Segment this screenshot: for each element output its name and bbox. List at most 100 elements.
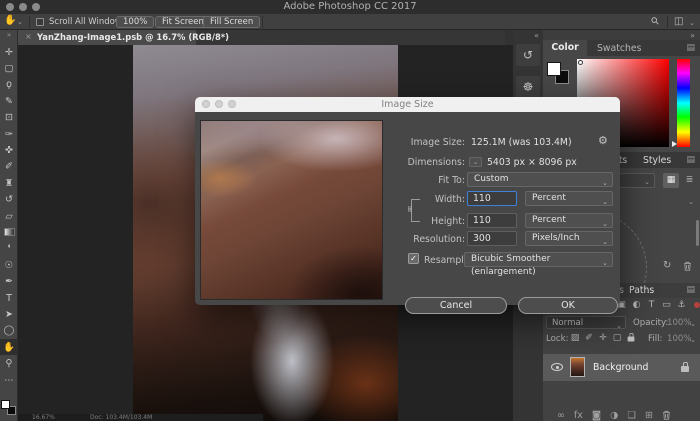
lasso-tool[interactable]: ϙ [0,77,18,93]
resample-checkbox[interactable]: ✓ [408,253,419,264]
adjustment-layer-icon[interactable]: ◑ [610,410,618,421]
lock-all-icon[interactable] [624,331,638,347]
chevron-down-icon[interactable]: ⌄ [690,336,696,344]
layer-group-icon[interactable]: ❏ [627,410,636,421]
chevron-down-icon[interactable]: ⌄ [690,320,696,328]
cancel-button[interactable]: Cancel [405,297,507,314]
opacity-label: Opacity: [633,318,668,328]
workspace-chevron-icon[interactable]: ⌄ [689,19,695,27]
document-tabstrip: × YanZhang-Image1.psb @ 16.7% (RGB/8*) [18,30,505,45]
layer-mask-icon[interactable]: ◙ [592,410,601,421]
foreground-color-swatch[interactable] [1,400,10,409]
marquee-tool[interactable]: ▢ [0,60,18,76]
clone-stamp-tool[interactable]: ♜ [0,175,18,191]
layer-filter-toggle[interactable] [689,299,700,313]
panel-scrollbar[interactable] [696,220,699,246]
zoom-100-button[interactable]: 100% [116,16,154,28]
ellipse-tool[interactable]: ◯ [0,323,18,339]
zoom-tool[interactable]: ⚲ [0,355,18,371]
delete-layer-icon[interactable] [662,410,671,421]
dialog-titlebar[interactable]: Image Size [195,97,620,112]
eyedropper-tool[interactable]: ✑ [0,126,18,142]
filter-adjustment-layers-icon[interactable]: ◐ [629,299,644,313]
filter-type-layers-icon[interactable]: T [644,299,659,313]
resolution-unit-dropdown[interactable]: Pixels/Inch⌄ [525,231,613,246]
brush-tool[interactable]: ✐ [0,159,18,175]
layer-row-background[interactable]: Background [543,354,700,381]
crop-tool[interactable]: ⊡ [0,110,18,126]
lock-paint-icon[interactable]: ✐ [582,331,596,347]
panel-menu-icon[interactable]: ▤ [686,43,695,53]
tab-paths[interactable]: Paths [629,285,654,296]
panel-foreground-swatch[interactable] [547,62,561,76]
hue-slider-marker[interactable] [672,141,677,147]
edit-toolbar-icon[interactable]: ⋯ [0,372,18,388]
link-layers-icon[interactable]: ∞ [557,410,565,421]
dodge-tool[interactable]: ☉ [0,257,18,273]
color-picker-marker[interactable] [578,60,583,65]
path-selection-tool[interactable]: ➤ [0,306,18,322]
dimensions-unit-dropdown[interactable]: ⌄ [469,157,482,167]
chevron-down-icon[interactable]: ⌄ [688,198,694,206]
layer-thumbnail[interactable] [570,357,585,377]
hue-slider[interactable] [677,59,690,147]
grid-view-button[interactable]: ▦ [663,173,679,188]
tab-close-icon[interactable]: × [25,32,32,41]
navigator-panel-icon[interactable]: ☸ [516,76,540,98]
filter-shape-layers-icon[interactable]: ▭ [659,299,674,313]
fill-screen-button[interactable]: Fill Screen [203,16,260,28]
resolution-input[interactable]: 300 [467,231,517,246]
tool-preset-chevron-icon[interactable]: ⌄ [17,18,23,26]
lock-artboard-icon[interactable]: ▢ [610,331,624,347]
layer-name[interactable]: Background [593,362,648,373]
ok-button[interactable]: OK [518,297,618,314]
search-icon[interactable]: ⚲ [649,15,662,28]
tab-color[interactable]: Color [543,40,587,56]
pen-tool[interactable]: ✒ [0,273,18,289]
layer-effects-icon[interactable]: fx [574,410,583,421]
constrain-proportions-chain-icon[interactable]: ∞ [404,205,414,213]
blend-mode-dropdown[interactable]: Normal⌄ [546,316,626,329]
healing-brush-tool[interactable]: ✜ [0,142,18,158]
resample-method-dropdown[interactable]: Bicubic Smoother (enlargement)⌄ [464,252,613,267]
fit-to-dropdown[interactable]: Custom⌄ [467,172,613,187]
eraser-tool[interactable]: ▱ [0,208,18,224]
collapse-panels-icon[interactable]: » [690,31,695,40]
height-label: Height: [385,216,465,227]
scroll-all-windows-checkbox[interactable] [36,18,44,26]
hand-tool[interactable]: ✋ [0,339,18,355]
panel-menu-icon[interactable]: ▤ [686,285,695,295]
gradient-tool[interactable] [0,224,18,240]
tab-swatches[interactable]: Swatches [597,43,641,54]
document-tab[interactable]: × YanZhang-Image1.psb @ 16.7% (RGB/8*) [18,30,196,45]
height-unit-dropdown[interactable]: Percent⌄ [525,213,613,228]
library-delete-icon[interactable] [683,261,692,274]
height-input[interactable]: 110 [467,213,517,228]
fill-value[interactable]: 100% [667,334,692,344]
tab-styles[interactable]: Styles [643,155,671,166]
dialog-options-gear-icon[interactable]: ⚙ [598,134,608,147]
list-view-button[interactable]: ≣ [682,173,697,188]
history-brush-tool[interactable]: ↺ [0,192,18,208]
quick-selection-tool[interactable]: ✎ [0,93,18,109]
blur-tool[interactable]: ❛ [0,241,18,257]
workspace-switcher-icon[interactable]: ◫ [674,16,683,27]
filter-smart-objects-icon[interactable]: ⚓ [674,299,689,313]
new-layer-icon[interactable]: ⊞ [645,410,653,421]
history-panel-icon[interactable]: ↺ [516,44,540,66]
color-swatch-widget[interactable] [1,400,17,416]
image-preview[interactable] [200,120,383,300]
toolbar-collapse-icon[interactable]: » [0,31,18,39]
type-tool[interactable]: T [0,290,18,306]
move-tool[interactable]: ✛ [0,44,18,60]
layer-visibility-eye-icon[interactable] [551,363,563,371]
panel-menu-icon[interactable]: ▤ [686,155,695,165]
status-zoom-level[interactable]: 16.67% [32,414,55,421]
lock-transparency-icon[interactable]: ▨ [568,331,582,347]
width-unit-dropdown[interactable]: Percent⌄ [525,191,613,206]
lock-position-icon[interactable]: ✛ [596,331,610,347]
opacity-value[interactable]: 100% [667,318,692,328]
width-input[interactable]: 110 [467,191,517,206]
expand-panels-icon[interactable]: « [534,31,539,40]
library-sync-icon[interactable]: ↻ [663,260,671,271]
